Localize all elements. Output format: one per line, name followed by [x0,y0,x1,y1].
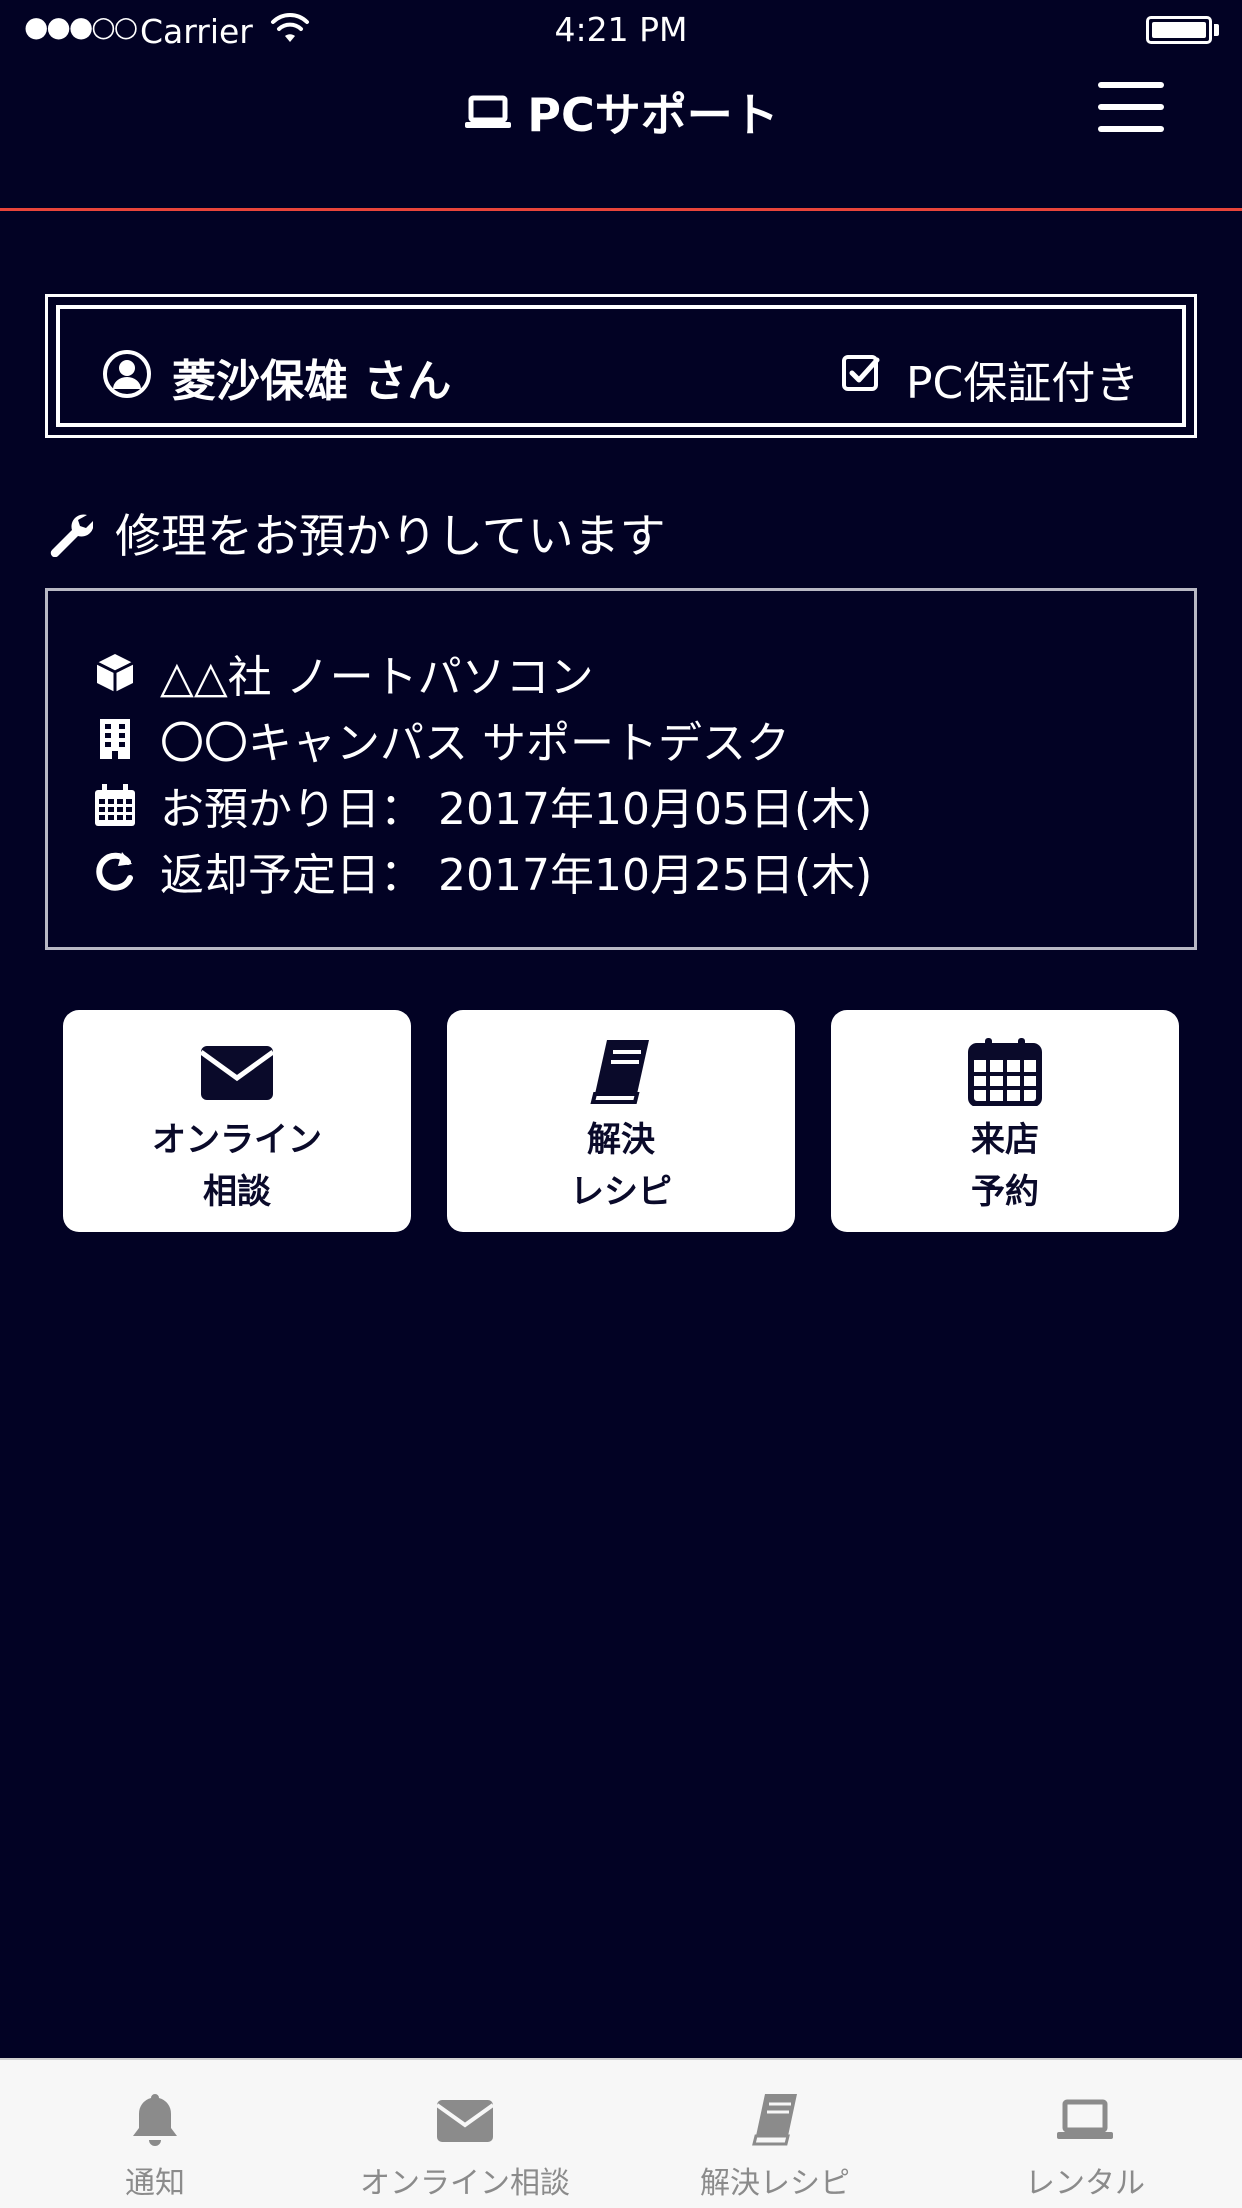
repair-heading-text: 修理をお預かりしています [115,509,666,563]
return-date: 返却予定日： 2017年10月25日(木) [160,850,873,901]
calendar-icon [968,1038,1042,1106]
wrench-icon [50,514,93,557]
calendar-icon [95,784,135,826]
laptop-icon [465,95,512,128]
online-consult-label: オンライン 相談 [63,1114,411,1218]
laptop-icon [1057,2099,1113,2139]
header-divider [0,208,1242,211]
received-date: お預かり日： 2017年10月05日(木) [160,784,873,835]
online-consult-label-line2: 相談 [203,1172,271,1212]
refresh-icon [96,852,133,891]
solution-recipe-label-line2: レシピ [570,1172,672,1212]
envelope-icon [199,1046,275,1100]
solution-recipe-label: 解決 レシピ [447,1114,795,1218]
envelope-icon [435,2100,495,2142]
clock: 4:21 PM [554,10,688,49]
check-square-icon [842,355,880,391]
book-icon [752,2094,797,2146]
store-reservation-label: 来店 予約 [831,1114,1179,1218]
solution-recipe-button[interactable]: 解決 レシピ [447,1010,795,1232]
online-consult-button[interactable]: オンライン 相談 [63,1010,411,1232]
building-icon [100,719,130,759]
store-reservation-button[interactable]: 来店 予約 [831,1010,1179,1232]
received-date-row: お預かり日： 2017年10月05日(木) [92,775,872,835]
device-row: △△社 ノートパソコン [92,643,594,703]
store-reservation-label-line2: 予約 [971,1172,1039,1212]
app-title-text: PCサポート [527,88,779,142]
tab-online-consult-label: オンライン相談 [360,2166,570,2201]
online-consult-label-line1: オンライン [152,1120,322,1160]
user-card: 菱沙保雄 さん PC保証付き [45,294,1197,438]
status-bar: ●●●○○ Carrier 4:21 PM [0,0,1242,60]
solution-recipe-label-line1: 解決 [587,1120,655,1160]
user-card-frame: 菱沙保雄 さん PC保証付き [56,305,1186,427]
device-name: △△社 ノートパソコン [160,652,594,703]
tab-online-consult[interactable]: オンライン相談 [310,2060,620,2208]
return-date-row: 返却予定日： 2017年10月25日(木) [92,841,872,901]
app-title: PCサポート [0,72,1242,152]
tab-rental-label: レンタル [1025,2166,1145,2201]
battery-tip [1214,24,1219,36]
hamburger-menu-icon[interactable] [1096,80,1166,140]
tab-rental[interactable]: レンタル [930,2060,1240,2208]
user-name: 菱沙保雄 さん [172,356,452,407]
store-reservation-label-line1: 来店 [971,1120,1039,1160]
battery-icon [1146,16,1212,44]
tab-solution-recipe[interactable]: 解決レシピ [620,2060,930,2208]
bell-icon [133,2094,177,2146]
tab-solution-recipe-label: 解決レシピ [700,2166,850,2201]
tab-bar: 通知 オンライン相談 解決レシピ レンタル [0,2058,1242,2208]
repair-status-heading: 修理をお預かりしています [45,498,666,568]
book-icon [590,1040,649,1104]
box-icon [96,654,134,692]
nav-bar: PCサポート [0,60,1242,211]
tab-notifications[interactable]: 通知 [0,2060,310,2208]
location-name: 〇〇キャンパス サポートデスク [160,718,790,769]
repair-details: △△社 ノートパソコン 〇〇キャンパス サポートデスク お預かり日： 2017年… [45,588,1197,950]
warranty-status: PC保証付き [906,358,1140,409]
location-row: 〇〇キャンパス サポートデスク [92,709,790,769]
tab-notifications-label: 通知 [125,2166,185,2201]
user-circle-icon [103,350,151,398]
